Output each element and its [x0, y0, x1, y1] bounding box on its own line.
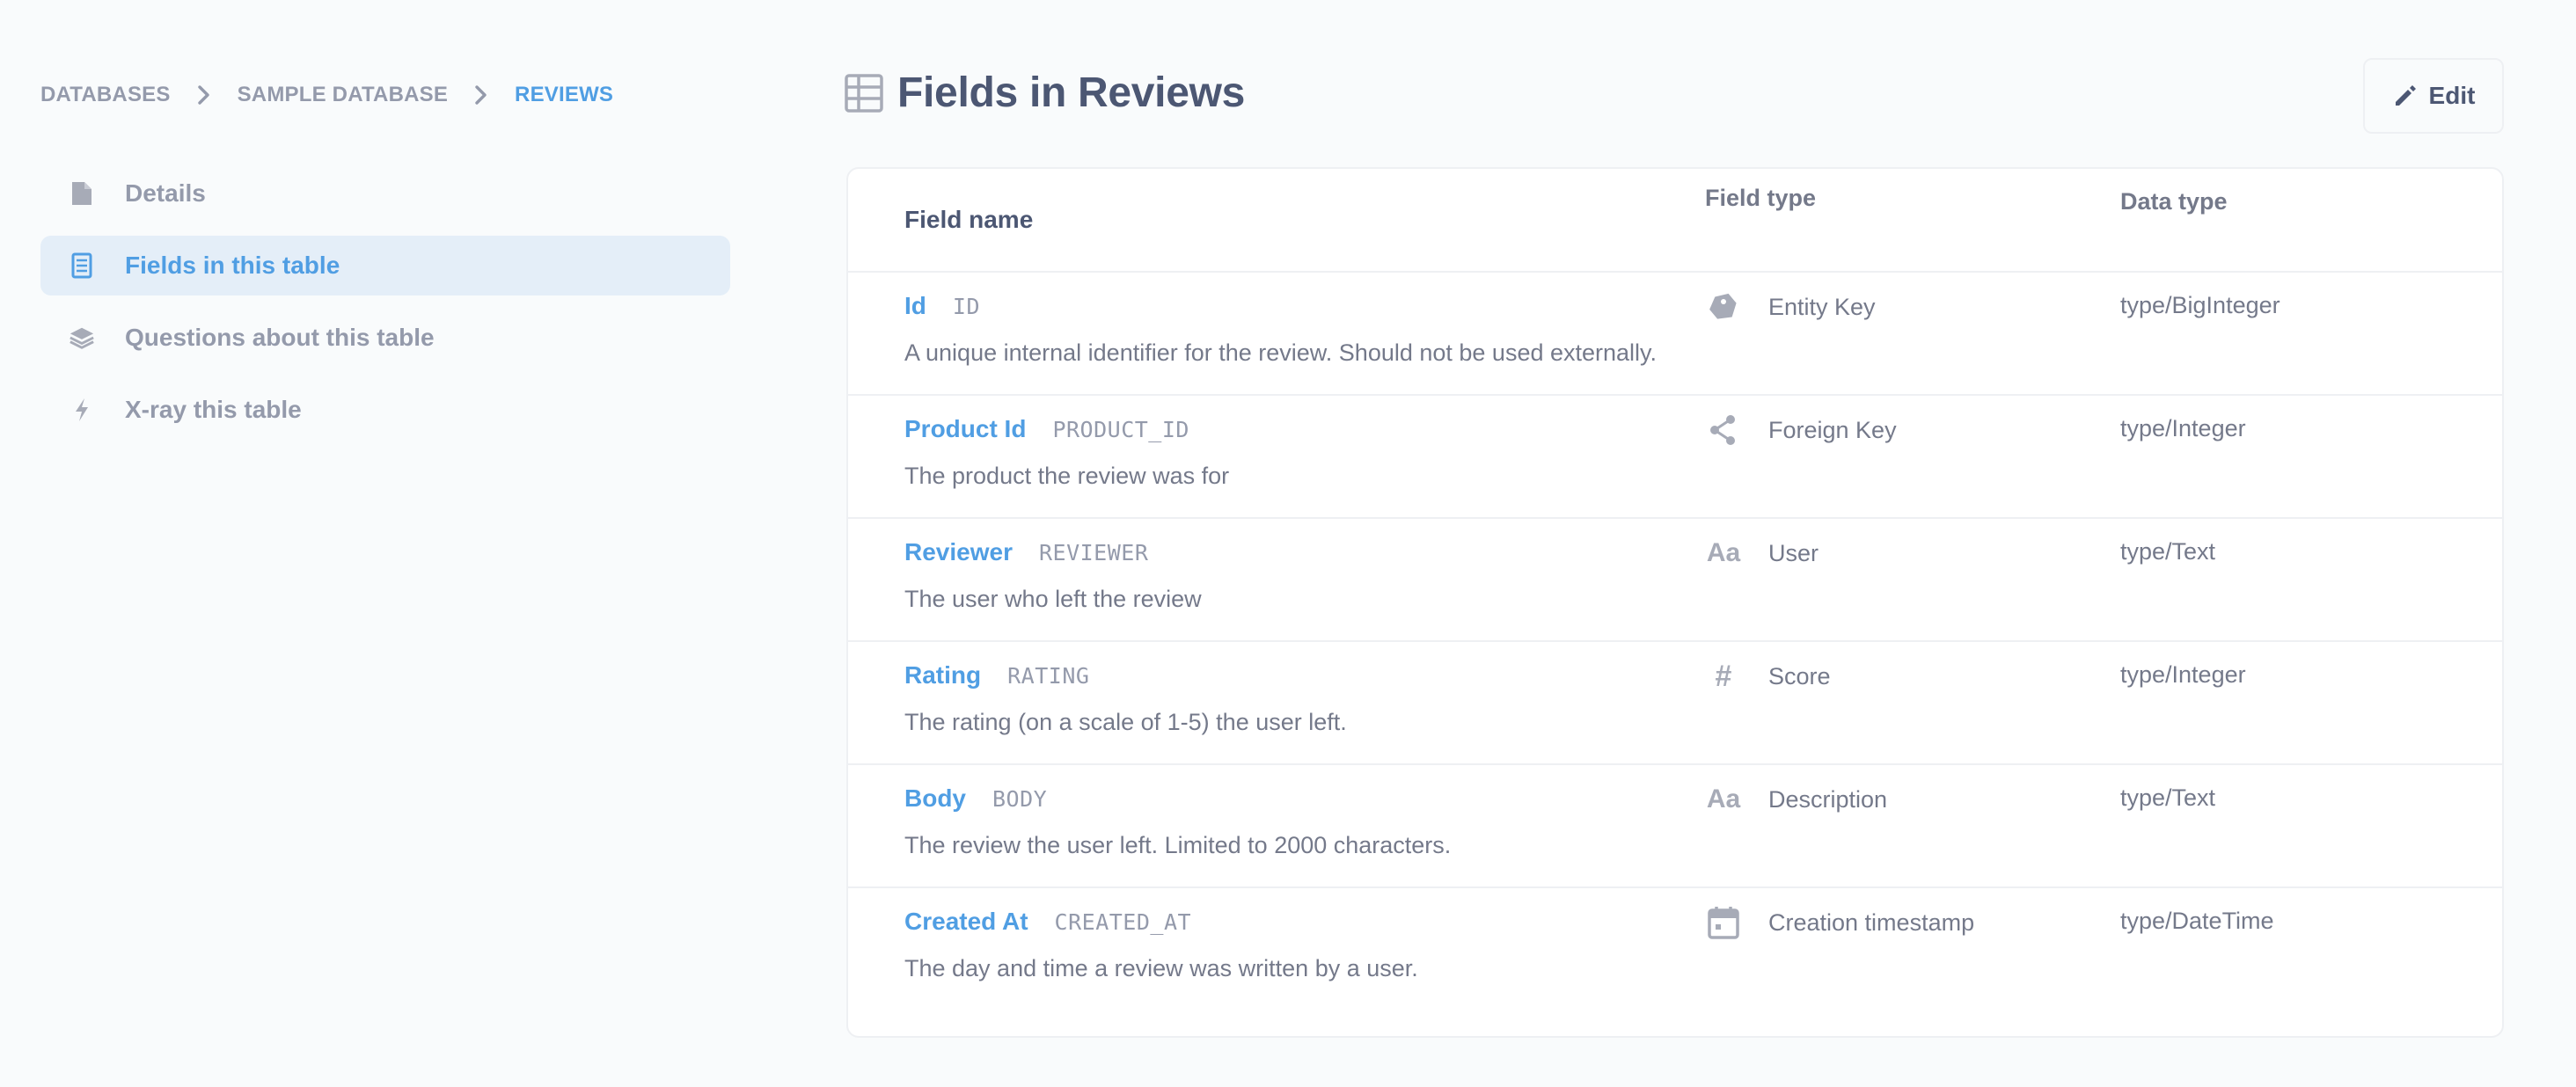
field-name-link[interactable]: Id	[904, 292, 926, 320]
edit-label: Edit	[2428, 82, 2476, 109]
field-type: Aa Description	[1705, 781, 1887, 818]
data-type: type/Integer	[2120, 415, 2246, 441]
data-type: type/Text	[2120, 538, 2216, 565]
field-column-name: PRODUCT_ID	[1052, 417, 1189, 442]
breadcrumb-databases[interactable]: DATABASES	[40, 83, 171, 107]
field-column-name: ID	[952, 294, 980, 319]
sidebar-item-fields[interactable]: Fields in this table	[40, 236, 730, 295]
tag-icon	[1705, 288, 1742, 325]
number-icon: #	[1715, 659, 1732, 693]
field-column-name: BODY	[992, 786, 1048, 812]
breadcrumb-sample-database[interactable]: SAMPLE DATABASE	[238, 83, 448, 107]
field-description: The review the user left. Limited to 200…	[904, 832, 1452, 858]
list-icon	[69, 252, 95, 279]
chevron-right-icon	[190, 81, 218, 109]
field-type-label: Foreign Key	[1768, 416, 1897, 443]
chevron-right-icon	[467, 81, 495, 109]
bolt-icon	[69, 397, 95, 423]
page-title: Fields in Reviews	[897, 69, 1246, 116]
field-type: Foreign Key	[1705, 412, 1897, 449]
table-row: Created At CREATED_AT The day and time a…	[848, 888, 2502, 1011]
data-type: type/Integer	[2120, 661, 2246, 688]
sidebar-item-label: X-ray this table	[125, 396, 302, 423]
breadcrumb-reviews[interactable]: REVIEWS	[515, 83, 613, 107]
breadcrumb: DATABASES SAMPLE DATABASE REVIEWS	[40, 81, 613, 109]
fields-table: Field name Field type Data type Id ID A …	[846, 167, 2504, 1038]
data-type: type/BigInteger	[2120, 292, 2280, 318]
sidebar-item-label: Fields in this table	[125, 252, 340, 279]
edit-button[interactable]: Edit	[2363, 58, 2504, 134]
sidebar-item-details[interactable]: Details	[40, 164, 730, 223]
text-icon: Aa	[1706, 538, 1741, 567]
table-row: Id ID A unique internal identifier for t…	[848, 273, 2502, 396]
page-header: Fields in Reviews	[845, 69, 1245, 117]
field-type: Creation timestamp	[1705, 904, 1974, 941]
pencil-icon	[2392, 83, 2419, 109]
field-description: A unique internal identifier for the rev…	[904, 339, 1658, 366]
column-header-field-type: Field type	[1705, 185, 1817, 211]
sidebar-item-questions[interactable]: Questions about this table	[40, 308, 730, 368]
field-name-link[interactable]: Product Id	[904, 415, 1026, 443]
calendar-icon	[1705, 904, 1742, 941]
layers-icon	[69, 325, 95, 351]
field-name-link[interactable]: Reviewer	[904, 538, 1013, 566]
field-type: Entity Key	[1705, 288, 1876, 325]
field-type-label: Description	[1768, 785, 1888, 813]
field-column-name: RATING	[1007, 663, 1090, 689]
field-type-label: Creation timestamp	[1768, 908, 1975, 936]
data-type: type/Text	[2120, 784, 2216, 811]
field-type-label: Entity Key	[1768, 293, 1876, 320]
sidebar-item-label: Questions about this table	[125, 324, 435, 351]
field-type: Aa User	[1705, 535, 1819, 572]
table-row: Rating RATING The rating (on a scale of …	[848, 642, 2502, 765]
connections-icon	[1705, 412, 1742, 449]
field-column-name: REVIEWER	[1038, 540, 1149, 565]
sidebar-item-xray[interactable]: X-ray this table	[40, 380, 730, 440]
field-description: The rating (on a scale of 1-5) the user …	[904, 709, 1347, 735]
field-name-link[interactable]: Rating	[904, 661, 981, 689]
table-row: Reviewer REVIEWER The user who left the …	[848, 519, 2502, 642]
field-description: The user who left the review	[904, 586, 1202, 612]
field-name-link[interactable]: Body	[904, 784, 966, 813]
document-icon	[69, 180, 95, 207]
column-header-data-type: Data type	[2120, 188, 2228, 215]
text-icon: Aa	[1706, 784, 1741, 813]
field-description: The product the review was for	[904, 463, 1230, 489]
table-row: Body BODY The review the user left. Limi…	[848, 765, 2502, 888]
table-icon	[845, 73, 883, 113]
field-column-name: CREATED_AT	[1054, 909, 1192, 935]
sidebar-item-label: Details	[125, 179, 206, 207]
field-type: # Score	[1705, 658, 1831, 695]
data-type: type/DateTime	[2120, 908, 2274, 934]
field-name-link[interactable]: Created At	[904, 908, 1028, 936]
sidebar: Details Fields in this table Questions a…	[40, 164, 730, 452]
column-header-field-name: Field name	[904, 206, 1034, 233]
field-description: The day and time a review was written by…	[904, 955, 1418, 981]
table-header: Field name Field type Data type	[848, 169, 2502, 273]
table-row: Product Id PRODUCT_ID The product the re…	[848, 396, 2502, 519]
field-type-label: Score	[1768, 662, 1831, 689]
field-type-label: User	[1768, 539, 1819, 566]
